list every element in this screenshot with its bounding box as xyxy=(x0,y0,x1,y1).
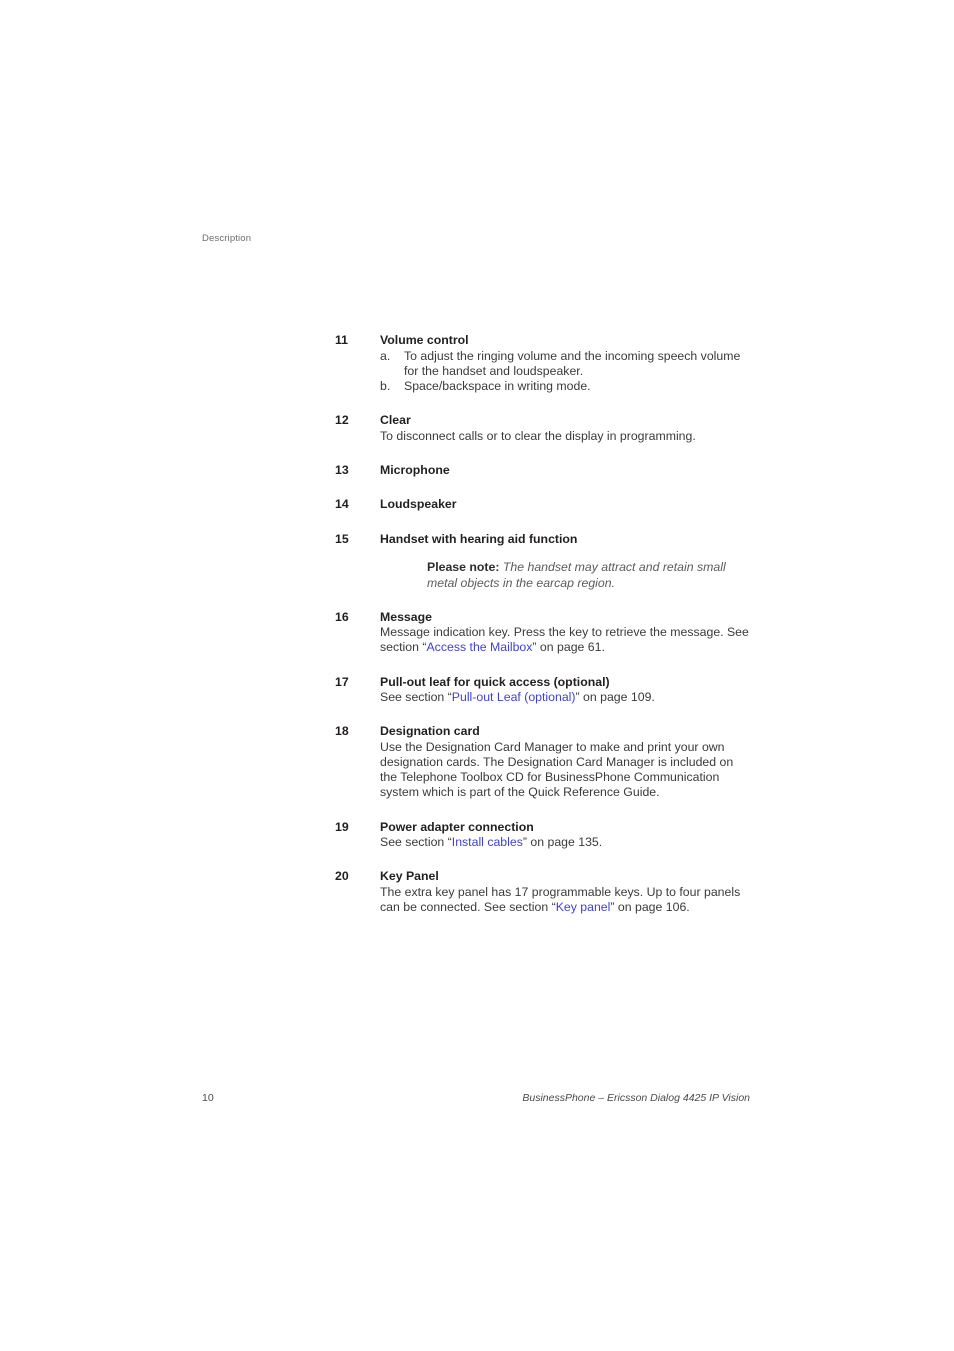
item-number: 20 xyxy=(335,869,349,884)
item-body: Use the Designation Card Manager to make… xyxy=(380,739,734,800)
list-item: 15 Handset with hearing aid function Ple… xyxy=(335,532,755,591)
item-title: Microphone xyxy=(380,462,450,477)
item-heading: 11 Volume control xyxy=(335,333,755,349)
item-title: Pull-out leaf for quick access (optional… xyxy=(380,674,610,689)
note-label: Please note: xyxy=(427,560,500,575)
item-title: Designation card xyxy=(380,724,480,739)
list-item: 11 Volume control a. To adjust the ringi… xyxy=(335,333,755,394)
item-heading: 18 Designation card xyxy=(335,724,755,740)
item-number: 11 xyxy=(335,333,348,347)
item-heading: 19 Power adapter connection xyxy=(335,820,755,836)
sublist-marker: a. xyxy=(380,348,391,363)
cross-reference-link[interactable]: Key panel xyxy=(556,900,611,914)
body-text-after: ” on page 109. xyxy=(575,690,655,705)
item-title: Clear xyxy=(380,413,411,428)
sublist-item: b. Space/backspace in writing mode. xyxy=(380,379,752,394)
item-number: 12 xyxy=(335,413,349,428)
body-text-before: See section “ xyxy=(380,690,452,705)
list-item: 19 Power adapter connection See section … xyxy=(335,820,755,851)
item-body: See section “Pull-out Leaf (optional)” o… xyxy=(380,690,752,705)
item-title: Volume control xyxy=(380,333,469,347)
item-heading: 13 Microphone xyxy=(335,463,755,479)
sublist-item: a. To adjust the ringing volume and the … xyxy=(380,349,752,379)
item-number: 16 xyxy=(335,609,349,624)
list-item: 16 Message Message indication key. Press… xyxy=(335,610,755,656)
list-item: 20 Key Panel The extra key panel has 17 … xyxy=(335,869,755,915)
item-number: 19 xyxy=(335,819,349,834)
list-item: 17 Pull-out leaf for quick access (optio… xyxy=(335,675,755,706)
cross-reference-link[interactable]: Access the Mailbox xyxy=(426,640,532,654)
item-title: Message xyxy=(380,609,432,624)
item-number: 18 xyxy=(335,724,349,739)
item-number: 17 xyxy=(335,674,349,689)
item-body: The extra key panel has 17 programmable … xyxy=(380,885,752,915)
item-number: 14 xyxy=(335,497,349,512)
item-title: Handset with hearing aid function xyxy=(380,531,578,546)
cross-reference-link[interactable]: Pull-out Leaf (optional) xyxy=(452,690,576,704)
item-heading: 16 Message xyxy=(335,610,755,626)
item-heading: 14 Loudspeaker xyxy=(335,497,755,513)
sublist-text: To adjust the ringing volume and the inc… xyxy=(404,348,741,378)
list-item: 12 Clear To disconnect calls or to clear… xyxy=(335,413,755,444)
item-heading: 20 Key Panel xyxy=(335,869,755,885)
item-sublist: a. To adjust the ringing volume and the … xyxy=(380,349,752,395)
item-number: 13 xyxy=(335,462,349,477)
item-body: To disconnect calls or to clear the disp… xyxy=(380,428,696,443)
item-title: Key Panel xyxy=(380,869,439,884)
item-body: See section “Install cables” on page 135… xyxy=(380,835,752,850)
list-item: 13 Microphone xyxy=(335,463,755,479)
item-heading: 15 Handset with hearing aid function xyxy=(335,532,755,548)
list-item: 14 Loudspeaker xyxy=(335,497,755,513)
item-body: Message indication key. Press the key to… xyxy=(380,625,752,655)
cross-reference-link[interactable]: Install cables xyxy=(452,835,523,849)
body-text-after: ” on page 135. xyxy=(522,835,603,850)
list-item: 18 Designation card Use the Designation … xyxy=(335,724,755,800)
item-title: Power adapter connection xyxy=(380,819,534,834)
page-footer: 10 BusinessPhone – Ericsson Dialog 4425 … xyxy=(202,1092,750,1104)
running-header: Description xyxy=(202,233,252,244)
body-text-before: See section “ xyxy=(380,835,452,850)
item-title: Loudspeaker xyxy=(380,497,457,512)
page-number: 10 xyxy=(202,1092,214,1104)
body-text-after: ” on page 61. xyxy=(532,640,605,655)
item-heading: 12 Clear xyxy=(335,413,755,429)
sublist-text: Space/backspace in writing mode. xyxy=(404,378,591,393)
description-list: 11 Volume control a. To adjust the ringi… xyxy=(335,333,755,915)
document-title: BusinessPhone – Ericsson Dialog 4425 IP … xyxy=(522,1092,750,1104)
body-text-after: ” on page 106. xyxy=(610,900,690,915)
sublist-marker: b. xyxy=(380,378,391,393)
item-number: 15 xyxy=(335,531,349,546)
item-heading: 17 Pull-out leaf for quick access (optio… xyxy=(335,675,755,691)
please-note-block: Please note: The handset may attract and… xyxy=(427,560,755,590)
document-page: Description 11 Volume control a. To adju… xyxy=(0,0,954,1351)
